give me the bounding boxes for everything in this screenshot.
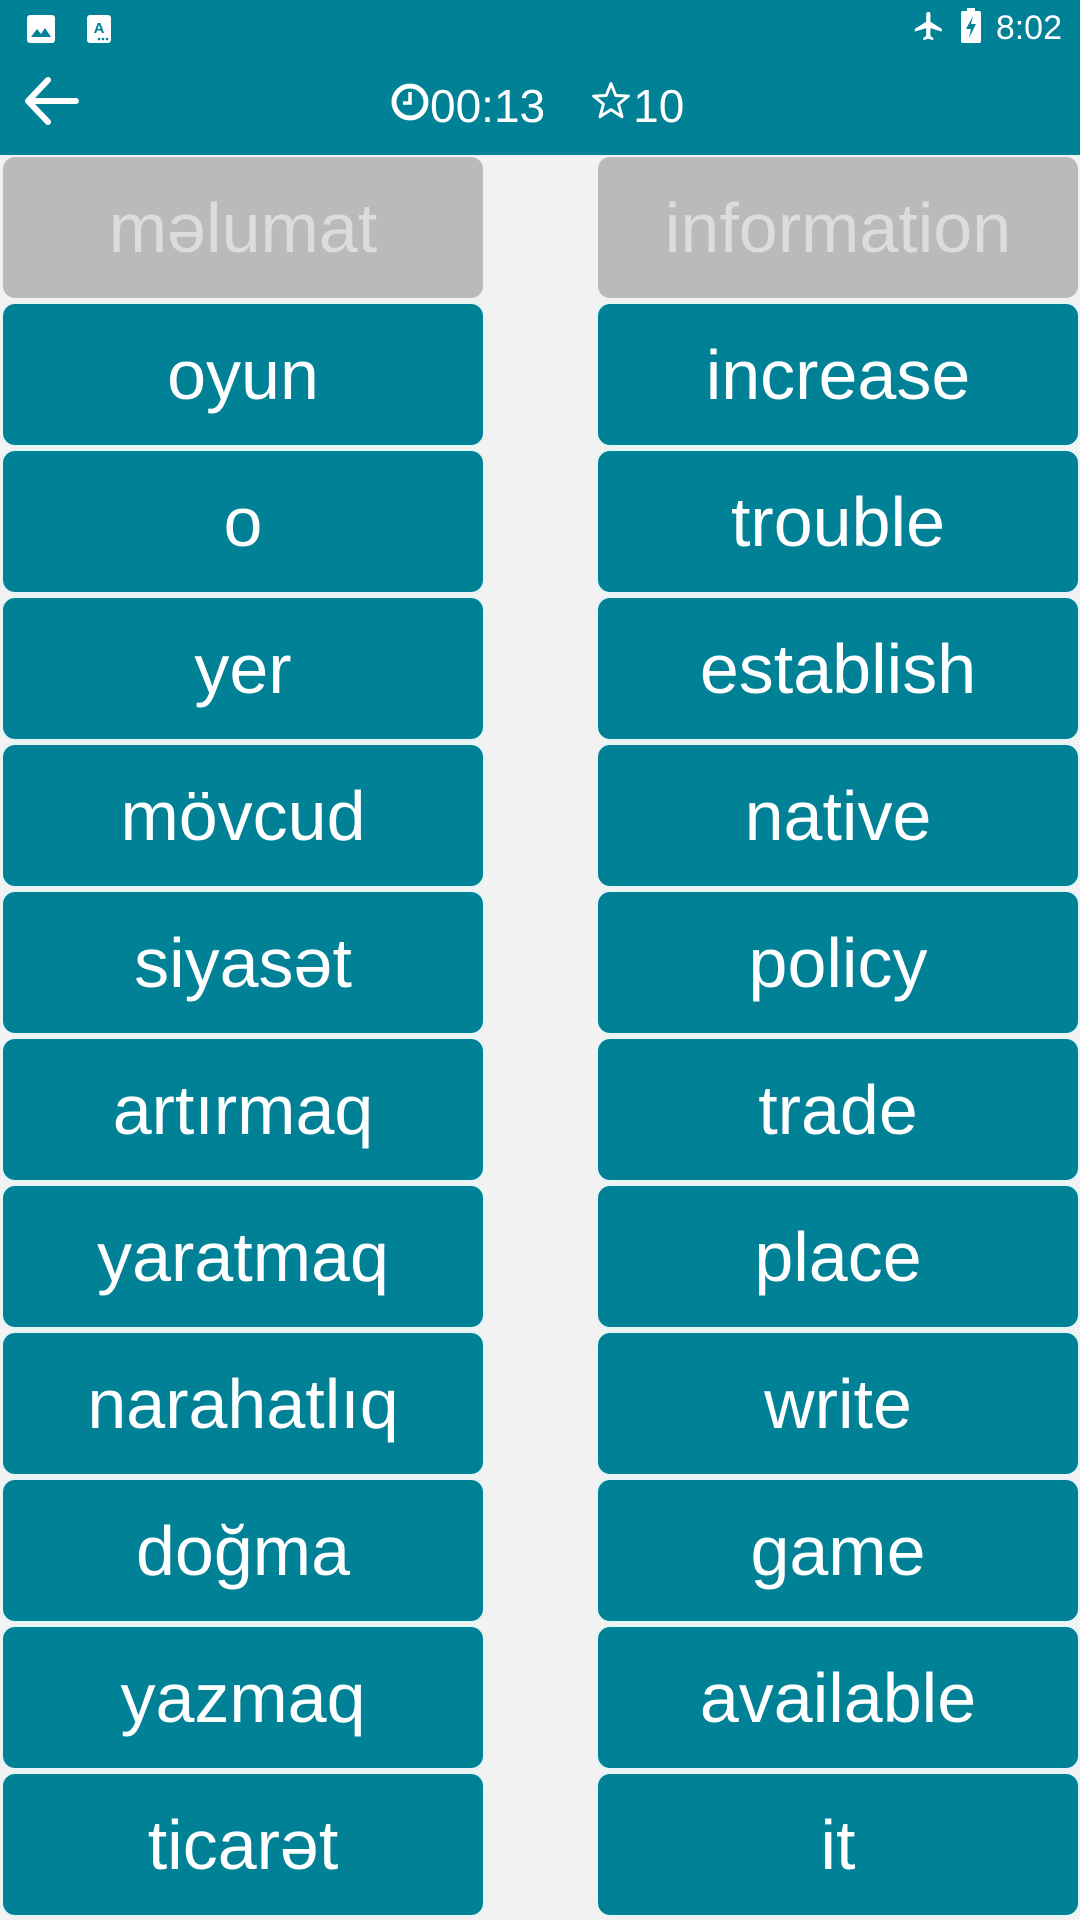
tile-label: yaratmaq (97, 1217, 389, 1296)
tile-label: game (750, 1511, 926, 1590)
airplane-mode-icon (912, 9, 946, 48)
source-word-tile[interactable]: o (3, 451, 483, 592)
tile-label: ticarət (147, 1805, 339, 1884)
score: 10 (589, 79, 684, 134)
tile-label: mövcud (120, 776, 366, 855)
source-word-tile: məlumat (3, 157, 483, 298)
tile-label: establish (699, 629, 977, 708)
game-stats: 00:13 10 (390, 78, 684, 134)
tile-label: available (699, 1658, 977, 1737)
source-word-tile[interactable]: yazmaq (3, 1627, 483, 1768)
source-word-tile[interactable]: siyasət (3, 892, 483, 1033)
clock-time: 8:02 (995, 8, 1062, 47)
source-word-tile[interactable]: oyun (3, 304, 483, 445)
target-word-tile[interactable]: trade (598, 1039, 1078, 1180)
tile-label: məlumat (108, 188, 378, 267)
tile-label: narahatlıq (87, 1364, 399, 1443)
text-format-icon: A (86, 14, 112, 49)
timer-value: 00:13 (430, 80, 546, 132)
source-word-tile[interactable]: doğma (3, 1480, 483, 1621)
tile-label: trade (758, 1070, 918, 1149)
target-word-tile[interactable]: place (598, 1186, 1078, 1327)
target-word-tile[interactable]: it (598, 1774, 1078, 1915)
target-word-tile[interactable]: establish (598, 598, 1078, 739)
tile-label: it (820, 1805, 856, 1884)
source-word-tile[interactable]: artırmaq (3, 1039, 483, 1180)
status-bar: A 8:02 (0, 0, 1080, 56)
tile-label: yer (194, 629, 292, 708)
tile-label: increase (705, 335, 971, 414)
tile-label: siyasət (134, 923, 352, 1002)
target-word-tile[interactable]: policy (598, 892, 1078, 1033)
target-word-tile[interactable]: increase (598, 304, 1078, 445)
arrow-left-icon (22, 76, 80, 131)
tile-label: yazmaq (120, 1658, 366, 1737)
target-word-tile[interactable]: trouble (598, 451, 1078, 592)
battery-charging-icon (960, 7, 982, 49)
tile-label: place (754, 1217, 922, 1296)
target-word-tile[interactable]: game (598, 1480, 1078, 1621)
clock-icon (390, 79, 430, 133)
tile-label: trouble (730, 482, 946, 561)
svg-text:A: A (94, 20, 105, 37)
target-word-tile: information (598, 157, 1078, 298)
image-icon (26, 14, 56, 49)
tile-label: write (764, 1364, 912, 1443)
tile-label: information (664, 188, 1012, 267)
tile-label: oyun (167, 335, 319, 414)
source-word-tile[interactable]: ticarət (3, 1774, 483, 1915)
back-button[interactable] (18, 70, 84, 136)
star-outline-icon (589, 79, 633, 134)
tile-label: policy (748, 923, 928, 1002)
tile-label: doğma (135, 1511, 351, 1590)
tile-label: native (744, 776, 932, 855)
source-word-tile[interactable]: yaratmaq (3, 1186, 483, 1327)
source-word-tile[interactable]: narahatlıq (3, 1333, 483, 1474)
source-word-tile[interactable]: mövcud (3, 745, 483, 886)
target-word-tile[interactable]: native (598, 745, 1078, 886)
target-word-tile[interactable]: write (598, 1333, 1078, 1474)
score-value: 10 (633, 80, 685, 132)
timer: 00:13 (390, 79, 545, 133)
target-word-tile[interactable]: available (598, 1627, 1078, 1768)
top-bar: A 8:02 00:13 10 (0, 0, 1080, 155)
tile-label: artırmaq (112, 1070, 374, 1149)
tile-label: o (223, 482, 263, 561)
app-bar: 00:13 10 (0, 56, 1080, 155)
source-word-tile[interactable]: yer (3, 598, 483, 739)
